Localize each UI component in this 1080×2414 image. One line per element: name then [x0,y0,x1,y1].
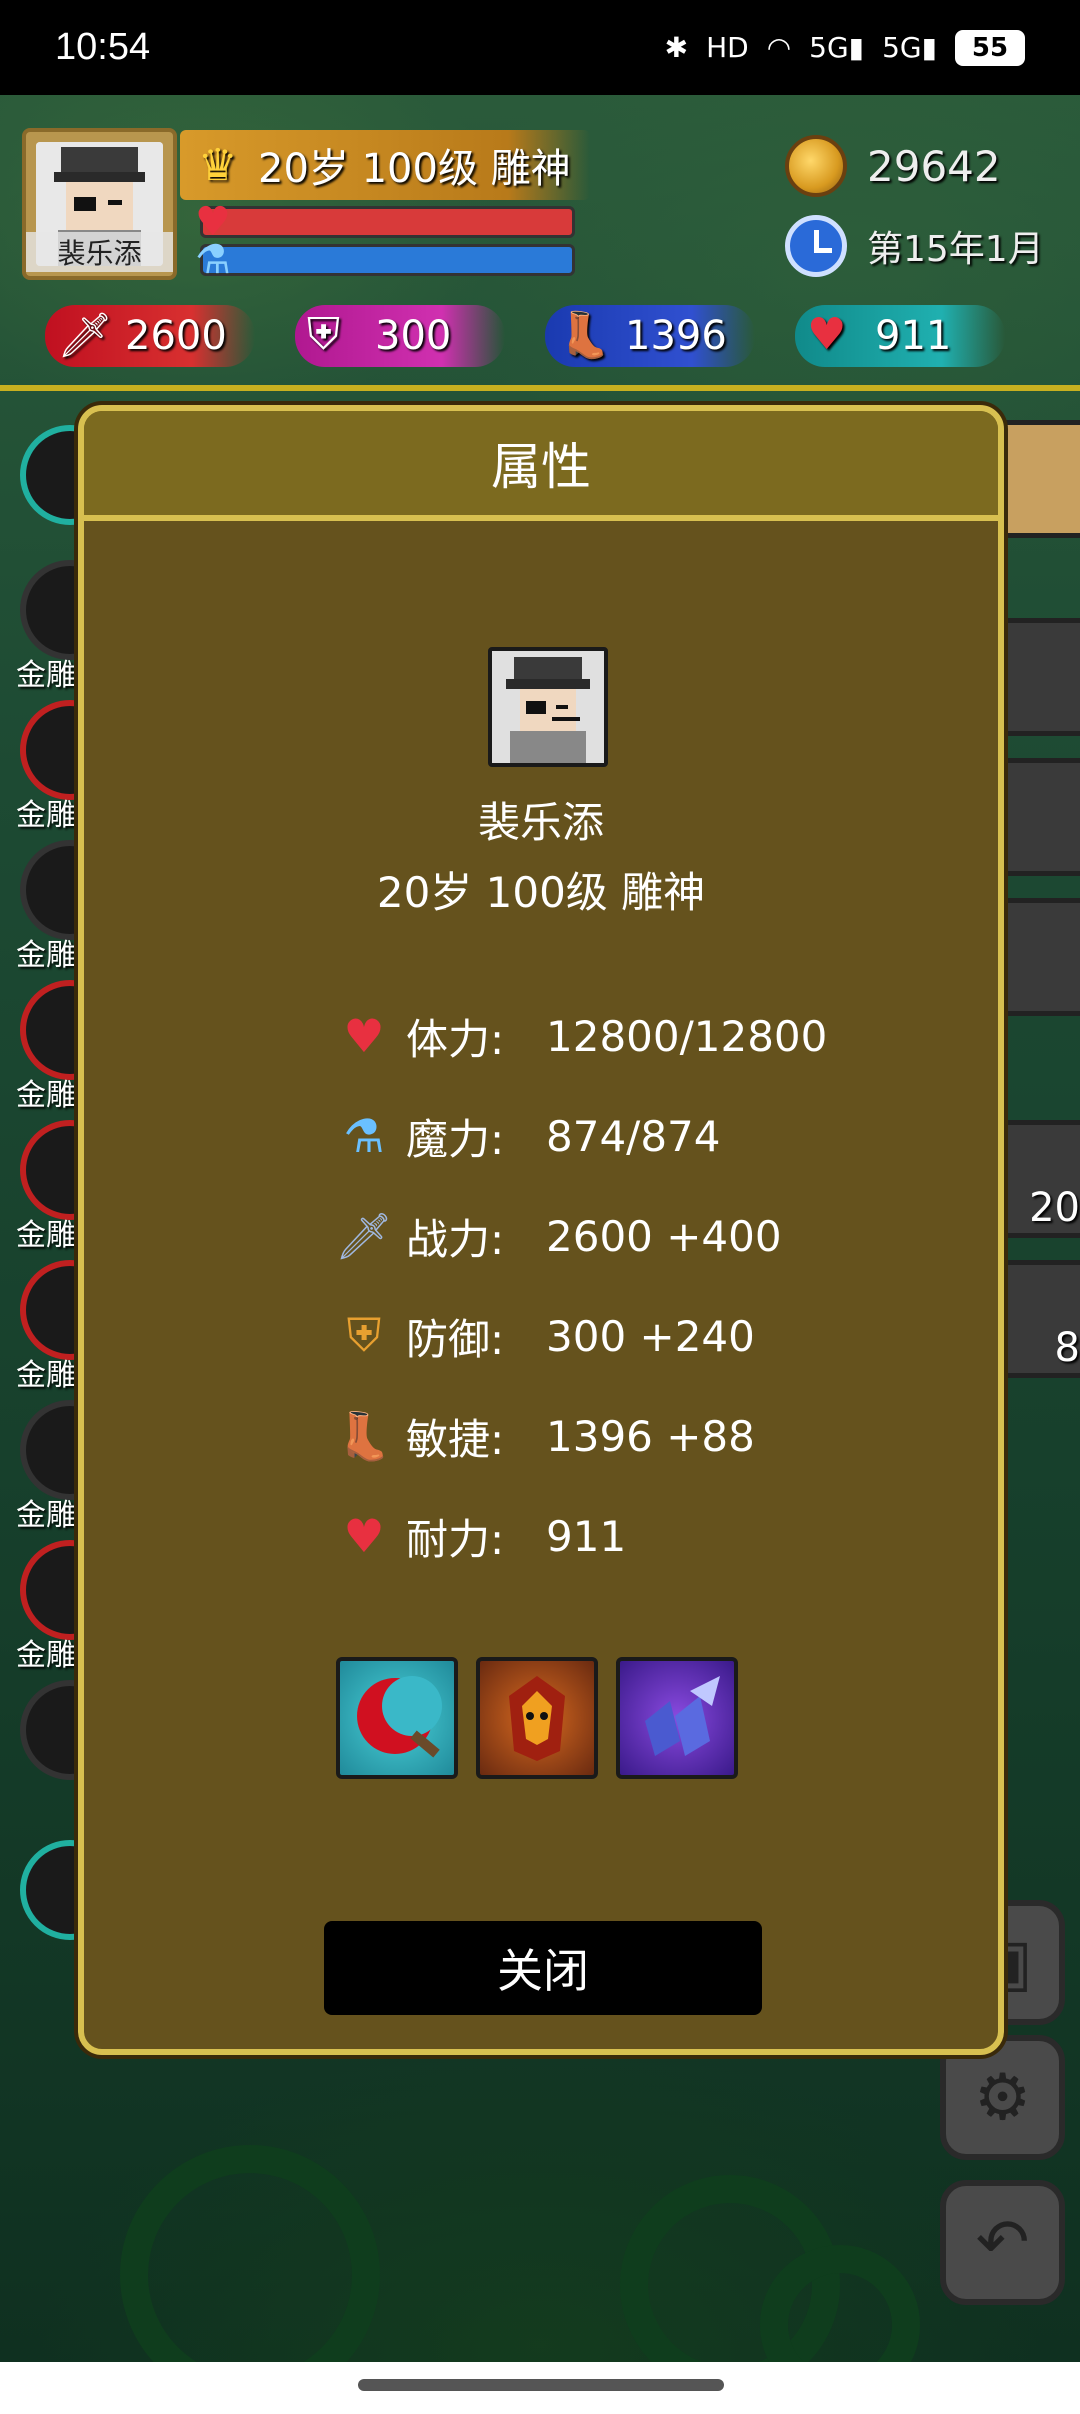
agility-stat: 👢 1396 [545,305,755,367]
attack-value: 2600 [125,313,227,359]
gear-icon: ⚙ [973,2060,1032,2135]
winged-boots-icon [645,1676,720,1756]
crown-icon: ♛ [198,140,238,191]
back-arrow-icon: ↶ [975,2205,1030,2280]
character-portrait-icon [492,651,604,763]
equipped-weapon[interactable] [336,1657,458,1779]
attr-label: 敏捷: [406,1414,505,1464]
attr-row-mp: ⚗ 魔力: 874/874 [334,1106,720,1166]
attr-value: 874/874 [546,1111,721,1161]
weapon-slot[interactable] [995,618,1080,736]
clock-icon [785,215,847,277]
back-button[interactable]: ↶ [940,2180,1065,2305]
bluetooth-icon: ✱ [664,31,689,64]
attributes-dialog: 属性 裴乐添 20岁 100级 雕神 ♥ 体力: 12800/12800 ⚗ 魔… [78,405,1004,2055]
signal-5g-icon-2: 5G▮ [882,31,937,64]
hd-icon: HD [706,31,749,64]
attr-label: 防御: [406,1314,505,1364]
potion-icon: ⚗ [343,1109,385,1163]
character-level: 20岁 100级 雕神 [376,868,706,917]
boots-slot[interactable] [995,898,1080,1016]
attr-value: 12800/12800 [546,1011,828,1061]
red-potion-count: 20 [1029,1185,1080,1231]
gold-amount: 29642 [867,141,1001,191]
player-title: 20岁 100级 雕神 [258,146,571,192]
list-item-label: 金雕 [16,1638,76,1673]
player-avatar[interactable]: 裴乐添 [22,128,177,280]
shield-icon: ⛨ [307,309,340,360]
attr-row-defense: ⛨ 防御: 300 +240 [334,1306,755,1366]
list-item-label: 金雕 [16,658,76,693]
defense-value: 300 [375,313,452,359]
attr-label: 耐力: [406,1514,505,1564]
stamina-stat: ♥ 911 [795,305,1005,367]
attr-label: 魔力: [406,1114,505,1164]
attr-row-agility: 👢 敏捷: 1396 +88 [334,1406,755,1466]
demon-armor-icon [509,1676,565,1761]
attr-value: 1396 +88 [546,1411,755,1461]
game-date: 第15年1月 [785,215,1044,277]
game-date-text: 第15年1月 [867,229,1044,270]
sword-icon: 🗡 [57,310,113,361]
list-item-label: 金雕 [16,1218,76,1253]
list-item-label: 金雕 [16,1078,76,1113]
heart-plus-icon: ♥ [807,309,847,360]
map-scroll-slot[interactable] [995,420,1080,538]
coin-icon [785,135,847,197]
blue-potion-slot[interactable]: 8 [995,1260,1080,1378]
heart-plus-icon: ♥ [343,1509,385,1563]
home-gesture-handle[interactable] [358,2379,724,2391]
player-title-banner: ♛ 20岁 100级 雕神 [180,130,590,200]
list-item-label: 金雕 [16,938,76,973]
mp-bar: ⚗ [195,237,575,283]
attr-value: 300 +240 [546,1311,755,1361]
agility-value: 1396 [625,313,727,359]
stamina-value: 911 [875,313,952,359]
character-name: 裴乐添 [477,798,604,847]
attr-row-stamina: ♥ 耐力: 911 [334,1506,626,1566]
list-item-label: 金雕 [16,1498,76,1533]
attr-value: 2600 +400 [546,1211,782,1261]
sword-icon: 🗡 [334,1208,394,1263]
attr-row-attack: 🗡 战力: 2600 +400 [334,1206,782,1266]
close-button[interactable]: 关闭 [324,1921,762,2015]
clock-time: 10:54 [55,26,151,68]
status-bar: 10:54 ✱ HD ◠ 5G▮ 5G▮ 55 [0,0,1080,95]
attr-value: 911 [546,1511,627,1561]
defense-stat: ⛨ 300 [295,305,505,367]
attr-label: 战力: [406,1214,505,1264]
dialog-title: 属性 [491,438,591,496]
attack-stat: 🗡 2600 [45,305,255,367]
shield-icon: ⛨ [346,1308,382,1362]
blue-potion-count: 8 [1054,1325,1080,1371]
attr-row-hp: ♥ 体力: 12800/12800 [334,1006,827,1066]
equipped-boots[interactable] [616,1657,738,1779]
boot-icon: 👢 [335,1408,393,1463]
armor-slot[interactable] [995,758,1080,876]
dialog-header: 属性 [84,411,998,521]
list-item-label: 金雕 [16,1358,76,1393]
heart-icon: ♥ [343,1009,385,1063]
signal-5g-icon: 5G▮ [809,31,865,64]
boot-icon: 👢 [557,310,612,361]
player-name: 裴乐添 [26,232,173,272]
potion-icon: ⚗ [195,237,231,283]
character-portrait [488,647,608,767]
crescent-blade-icon [357,1676,442,1758]
battery-icon: 55 [955,29,1025,66]
hp-bar: ♥ [195,199,575,245]
gold-display: 29642 [785,135,1001,197]
header-divider [0,385,1080,391]
attr-label: 体力: [406,1014,505,1064]
equipped-armor[interactable] [476,1657,598,1779]
red-potion-slot[interactable]: 20 [995,1120,1080,1238]
wifi-icon: ◠ [766,31,792,64]
list-item-label: 金雕 [16,798,76,833]
